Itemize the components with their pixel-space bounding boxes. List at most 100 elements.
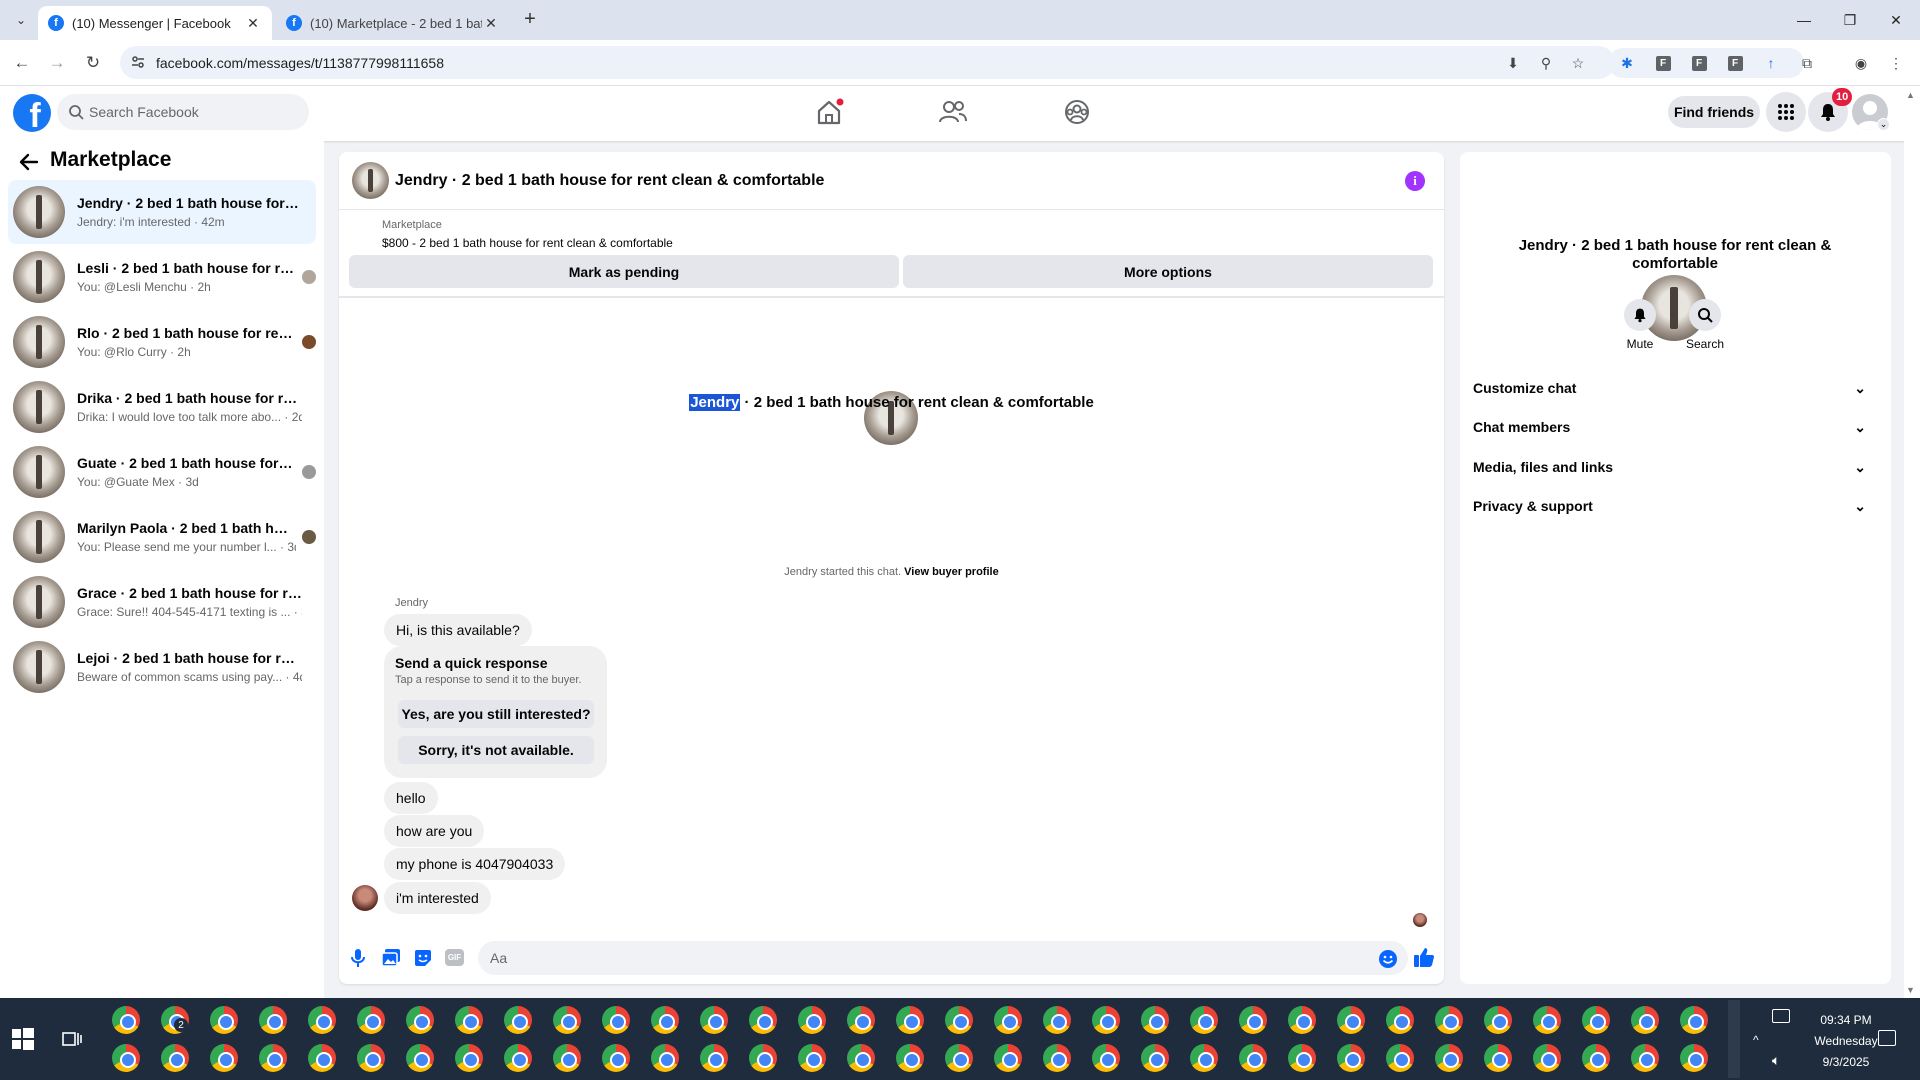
taskbar-app-icon[interactable] [896, 1006, 924, 1034]
quick-reply-no-button[interactable]: Sorry, it's not available. [398, 736, 594, 764]
windows-start-icon[interactable] [12, 1028, 34, 1050]
taskbar-app-icon[interactable] [749, 1006, 777, 1034]
page-scrollbar[interactable] [1904, 86, 1920, 998]
install-app-icon[interactable]: ⬇ [1502, 52, 1524, 74]
back-arrow-icon[interactable] [18, 151, 40, 173]
taskbar-app-icon[interactable] [1288, 1006, 1316, 1034]
taskbar-app-icon[interactable] [602, 1044, 630, 1072]
groups-icon[interactable] [1062, 98, 1092, 126]
taskbar-app-icon[interactable] [1582, 1006, 1610, 1034]
taskbar-app-icon[interactable] [1141, 1044, 1169, 1072]
conversation-item[interactable]: Guate · 2 bed 1 bath house for r... You: … [8, 440, 316, 504]
taskbar-app-icon[interactable] [1631, 1006, 1659, 1034]
chrome-menu-icon[interactable]: ⋮ [1885, 52, 1907, 74]
taskbar-overflow-scroll[interactable] [1728, 1000, 1740, 1078]
taskbar-app-icon[interactable] [1190, 1044, 1218, 1072]
taskbar-app-icon[interactable] [259, 1006, 287, 1034]
taskbar-app-icon[interactable] [798, 1044, 826, 1072]
taskbar-app-icon[interactable] [1680, 1044, 1708, 1072]
chat-members-section[interactable]: Chat members ⌄ [1473, 411, 1878, 443]
message-bubble[interactable]: how are you [384, 815, 485, 847]
taskbar-app-icon[interactable] [406, 1044, 434, 1072]
taskbar-app-icon[interactable] [357, 1006, 385, 1034]
taskbar-app-icon[interactable] [1239, 1044, 1267, 1072]
taskbar-app-icon[interactable] [994, 1006, 1022, 1034]
conversation-item[interactable]: Jendry · 2 bed 1 bath house for re... Jen… [8, 180, 316, 244]
taskbar-app-icon[interactable] [1582, 1044, 1610, 1072]
taskbar-app-icon[interactable] [1435, 1044, 1463, 1072]
sticker-icon[interactable] [413, 948, 433, 968]
taskbar-app-icon[interactable] [210, 1044, 238, 1072]
reload-icon[interactable]: ↻ [80, 50, 106, 76]
address-bar[interactable]: facebook.com/messages/t/1138777998111658 [120, 46, 1615, 79]
taskbar-app-icon[interactable] [1043, 1044, 1071, 1072]
listing-line[interactable]: $800 - 2 bed 1 bath house for rent clean… [382, 236, 673, 250]
taskbar-app-icon[interactable] [455, 1044, 483, 1072]
browser-tab-marketplace[interactable]: f (10) Marketplace - 2 bed 1 bath ✕ [276, 6, 510, 40]
taskbar-app-icon[interactable] [553, 1006, 581, 1034]
taskbar-app-icon[interactable] [308, 1006, 336, 1034]
taskbar-app-icon[interactable] [651, 1044, 679, 1072]
profile-icon[interactable]: ◉ [1850, 52, 1872, 74]
taskbar-app-icon[interactable] [1631, 1044, 1659, 1072]
browser-tab-messenger[interactable]: f (10) Messenger | Facebook ✕ [38, 6, 272, 40]
taskbar-app-icon[interactable] [112, 1006, 140, 1034]
network-icon[interactable] [1772, 1009, 1790, 1023]
show-hidden-icons-icon[interactable]: ^ [1753, 1033, 1759, 1047]
media-files-links-section[interactable]: Media, files and links ⌄ [1473, 451, 1878, 483]
message-bubble[interactable]: i'm interested [384, 882, 491, 914]
taskbar-app-icon[interactable] [1288, 1044, 1316, 1072]
like-thumbs-up-icon[interactable] [1413, 946, 1435, 968]
photo-icon[interactable] [381, 948, 401, 968]
view-buyer-profile-link[interactable]: View buyer profile [904, 566, 999, 578]
message-bubble[interactable]: my phone is 4047904033 [384, 848, 566, 880]
taskbar-app-icon[interactable] [1043, 1006, 1071, 1034]
customize-chat-section[interactable]: Customize chat ⌄ [1473, 372, 1878, 404]
extension-arrow-icon[interactable]: ↑ [1760, 52, 1782, 74]
taskbar-app-icon[interactable] [1386, 1044, 1414, 1072]
message-input[interactable]: Aa [478, 941, 1408, 975]
mute-button[interactable] [1624, 299, 1656, 331]
taskbar-app-icon[interactable] [504, 1044, 532, 1072]
taskbar-app-icon[interactable] [1337, 1044, 1365, 1072]
find-friends-button[interactable]: Find friends [1668, 96, 1760, 128]
facebook-logo-icon[interactable]: f [13, 94, 51, 132]
sender-avatar[interactable] [352, 885, 378, 911]
volume-icon[interactable]: 🔈︎ [1772, 1052, 1780, 1069]
search-facebook-input[interactable]: Search Facebook [57, 94, 309, 130]
taskbar-app-icon[interactable] [1484, 1006, 1512, 1034]
taskbar-app-icon[interactable] [1386, 1006, 1414, 1034]
scroll-up-arrow-icon[interactable]: ▲ [1906, 90, 1915, 100]
taskbar-app-icon[interactable] [259, 1044, 287, 1072]
conversation-item[interactable]: Rlo · 2 bed 1 bath house for rent... You:… [8, 310, 316, 374]
taskbar-app-icon[interactable] [1239, 1006, 1267, 1034]
emoji-icon[interactable] [1378, 949, 1398, 969]
taskbar-app-icon[interactable] [1337, 1006, 1365, 1034]
taskbar-app-icon[interactable] [308, 1044, 336, 1072]
taskbar-app-icon[interactable] [1533, 1044, 1561, 1072]
extensions-menu-icon[interactable]: ⧉ [1796, 52, 1818, 74]
taskbar-app-icon[interactable] [1680, 1006, 1708, 1034]
taskbar-app-icon[interactable] [798, 1006, 826, 1034]
taskbar-app-icon[interactable] [847, 1006, 875, 1034]
bookmark-star-icon[interactable]: ☆ [1567, 52, 1589, 74]
taskbar-app-icon[interactable] [896, 1044, 924, 1072]
privacy-support-section[interactable]: Privacy & support ⌄ [1473, 490, 1878, 522]
menu-grid-button[interactable] [1766, 92, 1806, 132]
zoom-icon[interactable]: ⚲ [1535, 52, 1557, 74]
extension-f-icon[interactable]: F [1652, 52, 1674, 74]
forward-arrow-icon[interactable]: → [44, 50, 70, 76]
taskbar-app-icon[interactable] [553, 1044, 581, 1072]
taskbar-app-icon[interactable] [651, 1006, 679, 1034]
taskbar-app-icon[interactable] [112, 1044, 140, 1072]
taskbar-app-icon[interactable] [406, 1006, 434, 1034]
tab-search-chevron-icon[interactable]: ⌄ [10, 9, 32, 31]
message-bubble[interactable]: hello [384, 782, 438, 814]
close-window-button[interactable]: ✕ [1879, 8, 1913, 32]
puzzle-extension-icon[interactable]: ✱ [1616, 52, 1638, 74]
conversation-item[interactable]: Lesli · 2 bed 1 bath house for re... You:… [8, 245, 316, 309]
chat-header-title[interactable]: Jendry · 2 bed 1 bath house for rent cle… [395, 172, 824, 190]
site-info-icon[interactable] [130, 54, 146, 70]
gif-icon[interactable]: GIF [445, 949, 464, 966]
taskbar-app-icon[interactable] [1484, 1044, 1512, 1072]
